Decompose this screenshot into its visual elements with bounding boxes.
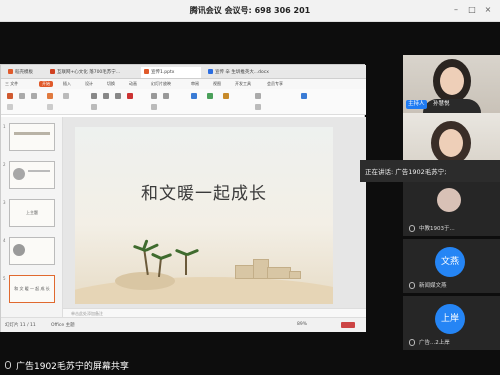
desert-house	[289, 271, 301, 279]
palm-tree	[185, 253, 187, 275]
participant-tile[interactable]: 上岸 广告...2上岸	[403, 296, 500, 350]
minimize-icon[interactable]: –	[452, 6, 460, 14]
meeting-number-label: 会议号:	[224, 6, 252, 15]
wps-tab[interactable]: 宣传 辛 生圳推英大...docx	[205, 67, 305, 78]
wps-tab-strip: 稻壳模板 互联网+心文化 落700毛苏宁... 宣传1.pptx 宣传 辛 生圳…	[1, 65, 366, 79]
speaking-indicator: 正在讲话: 广告1902毛苏宁;	[360, 160, 500, 182]
wps-tab-active[interactable]: 宣传1.pptx	[141, 67, 201, 78]
slideshow-icon[interactable]	[341, 322, 355, 328]
close-icon[interactable]: ×	[484, 6, 492, 14]
maximize-icon[interactable]: □	[468, 6, 476, 14]
menu-item[interactable]: 三 文件	[5, 81, 18, 87]
cut-icon[interactable]	[19, 93, 25, 99]
align-icon[interactable]	[151, 93, 157, 99]
menu-item[interactable]: 插入	[63, 81, 71, 87]
layout-icon[interactable]	[63, 93, 69, 99]
wps-ribbon	[1, 89, 366, 115]
slide-thumbnail-pane: 1 2 3 上主题 4 5 和 文 暖 一 起 成 长	[1, 117, 63, 317]
slide-thumbnail[interactable]: 1	[3, 123, 55, 151]
theme-name: Office 主题	[51, 323, 75, 328]
mic-icon	[5, 361, 11, 369]
participant-name: 中教1903于...	[419, 226, 455, 232]
menu-item[interactable]: 视图	[213, 81, 221, 87]
new-slide-icon[interactable]	[47, 93, 53, 99]
font-size-icon[interactable]	[91, 104, 97, 110]
menu-item-start[interactable]: 开始	[39, 81, 53, 87]
notes-pane[interactable]: 单击此处添加备注	[63, 308, 366, 317]
mic-off-icon	[409, 225, 415, 232]
menu-item[interactable]: 幻灯片放映	[151, 81, 171, 87]
italic-icon[interactable]	[103, 93, 109, 99]
host-badge: 主持人	[406, 100, 427, 109]
mic-off-icon	[409, 282, 415, 289]
picture-icon[interactable]	[207, 93, 213, 99]
participant-tile[interactable]: 中教1903于...	[403, 182, 500, 236]
menu-item[interactable]: 切换	[107, 81, 115, 87]
participant-photo	[437, 188, 461, 212]
participant-name: 新闻媒文燕	[419, 283, 447, 289]
menu-item[interactable]: 会员专享	[267, 81, 283, 87]
format-painter-icon[interactable]	[7, 104, 13, 110]
host-name: 孙慧悦	[433, 101, 450, 107]
textbox-icon[interactable]	[191, 93, 197, 99]
bold-icon[interactable]	[91, 93, 97, 99]
slide-count: 幻灯片 11 / 11	[5, 323, 36, 328]
app-name: 腾讯会议	[189, 6, 222, 15]
shape-icon[interactable]	[223, 93, 229, 99]
dune-shape	[75, 277, 333, 304]
doc-icon	[8, 69, 13, 74]
find-icon[interactable]	[255, 93, 261, 99]
slide-thumbnail[interactable]: 3 上主题	[3, 199, 55, 227]
font-color-icon[interactable]	[127, 93, 133, 99]
paste-icon[interactable]	[7, 93, 13, 99]
slide-thumbnail[interactable]: 2	[3, 161, 55, 189]
person-face	[439, 129, 463, 157]
person-face	[440, 67, 464, 95]
share-status-bar: 广告1902毛苏宁的屏幕共享	[0, 355, 500, 375]
current-slide[interactable]: 和文暖一起成长	[75, 127, 333, 304]
underline-icon[interactable]	[115, 93, 121, 99]
replace-icon[interactable]	[255, 104, 261, 110]
slide-title[interactable]: 和文暖一起成长	[75, 179, 333, 204]
title-bar: 腾讯会议 会议号: 698 306 201 – □ ×	[0, 0, 500, 22]
ppt-icon	[144, 69, 149, 74]
menu-item[interactable]: 开发工具	[235, 81, 251, 87]
list-icon[interactable]	[163, 93, 169, 99]
participant-avatar: 文燕	[435, 247, 465, 277]
doc-icon	[50, 69, 55, 74]
reset-icon[interactable]	[47, 104, 53, 110]
meeting-number: 698 306 201	[254, 6, 311, 15]
wps-menu-bar: 三 文件 开始 插入 设计 切换 动画 幻灯片放映 审阅 视图 开发工具 会员专…	[1, 79, 366, 89]
indent-icon[interactable]	[151, 104, 157, 110]
play-icon[interactable]	[301, 93, 307, 99]
participant-name: 广告...2上岸	[419, 340, 450, 346]
slide-editor: 和文暖一起成长	[63, 117, 366, 317]
meeting-window: 腾讯会议 会议号: 698 306 201 – □ × 稻壳模板 互联网+心文化…	[0, 0, 500, 375]
desert-house	[267, 267, 291, 279]
participant-avatar: 上岸	[435, 304, 465, 334]
share-status-text: 广告1902毛苏宁的屏幕共享	[16, 362, 129, 372]
zoom-level[interactable]: 89%	[297, 322, 307, 327]
wps-status-bar: 幻灯片 11 / 11 Office 主题 89%	[1, 317, 366, 332]
menu-item[interactable]: 审阅	[191, 81, 199, 87]
slide-thumbnail[interactable]: 4	[3, 237, 55, 265]
slide-thumbnail-selected[interactable]: 5 和 文 暖 一 起 成 长	[3, 275, 55, 303]
copy-icon[interactable]	[31, 93, 37, 99]
mic-off-icon	[409, 339, 415, 346]
dune-shape	[115, 272, 175, 290]
wps-tab[interactable]: 稻壳模板	[5, 67, 45, 78]
shared-screen: 稻壳模板 互联网+心文化 落700毛苏宁... 宣传1.pptx 宣传 辛 生圳…	[0, 64, 366, 332]
menu-item[interactable]: 动画	[129, 81, 137, 87]
doc-icon	[208, 69, 213, 74]
participant-tile[interactable]: 文燕 新闻媒文燕	[403, 239, 500, 293]
meeting-title: 腾讯会议 会议号: 698 306 201	[0, 5, 500, 16]
host-video-tile[interactable]: 主持人 孙慧悦	[403, 55, 500, 113]
menu-item[interactable]: 设计	[85, 81, 93, 87]
wps-tab[interactable]: 互联网+心文化 落700毛苏宁...	[47, 67, 137, 78]
